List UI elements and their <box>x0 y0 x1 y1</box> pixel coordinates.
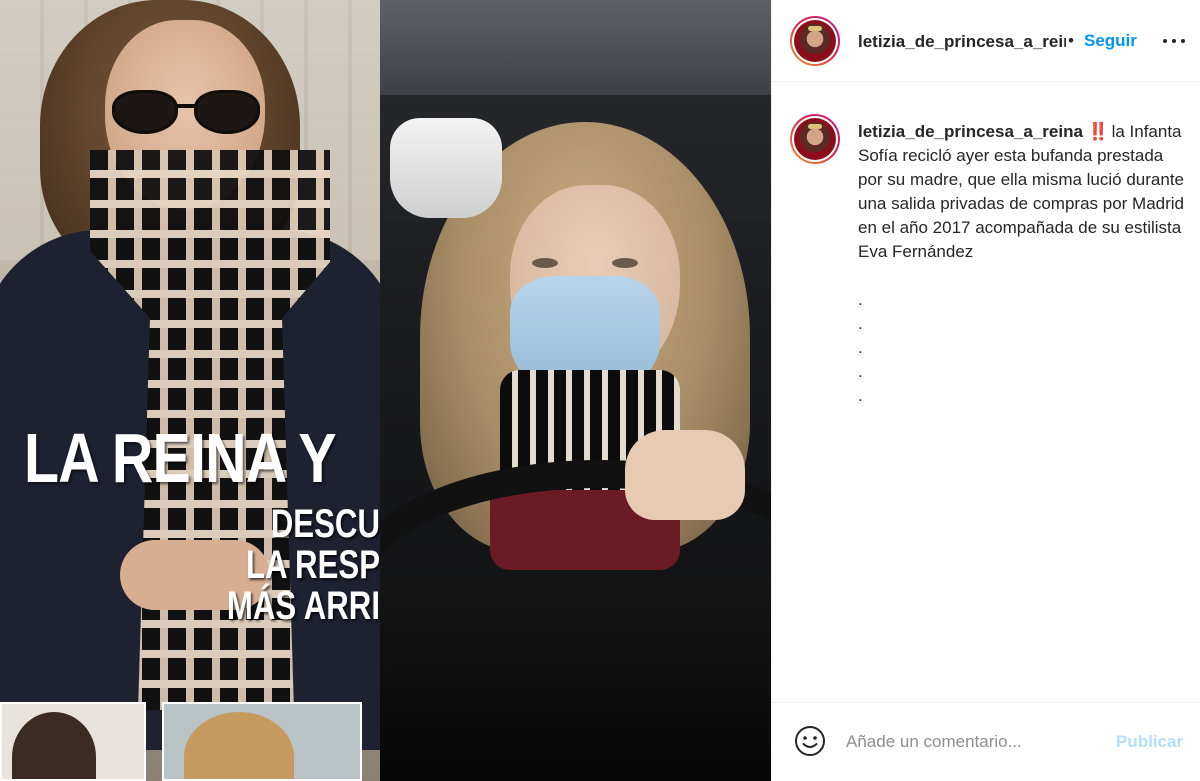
car-photo <box>380 0 771 781</box>
magazine-thumbnail <box>162 702 362 781</box>
comment-input[interactable] <box>846 727 1106 757</box>
magazine-headline: LA REINA Y <box>24 419 337 497</box>
publish-button[interactable]: Publicar <box>1116 732 1183 752</box>
post-sidebar: letizia_de_princesa_a_reina • Seguir let… <box>771 0 1200 781</box>
sunglasses <box>112 90 262 136</box>
caption-dot: . <box>858 290 863 309</box>
caption-body: la Infanta Sofía recicló ayer esta bufan… <box>858 122 1185 261</box>
smiley-icon[interactable] <box>794 725 826 757</box>
magazine-subline: MÁS ARRI <box>226 584 380 628</box>
caption-dot: . <box>858 338 863 357</box>
rearview-mirror <box>390 118 502 218</box>
follow-button[interactable]: Seguir <box>1084 31 1137 51</box>
username-link[interactable]: letizia_de_princesa_a_reina <box>858 32 1066 52</box>
magazine-subline: LA RESP <box>245 543 380 587</box>
caption-dot: . <box>858 386 863 405</box>
avatar[interactable] <box>790 114 840 164</box>
caption-username-link[interactable]: letizia_de_princesa_a_reina <box>858 122 1083 141</box>
post-header: letizia_de_princesa_a_reina • Seguir <box>772 0 1200 82</box>
double-exclamation-icon: ‼️ <box>1087 122 1109 141</box>
separator-dot: • <box>1068 31 1074 50</box>
caption-dots: . . . . . <box>858 288 878 408</box>
magazine-subline: DESCU <box>270 502 380 546</box>
caption-dot: . <box>858 362 863 381</box>
windshield <box>380 0 771 95</box>
post-caption: letizia_de_princesa_a_reina ‼️ la Infant… <box>772 82 1200 702</box>
more-horizontal-icon[interactable] <box>1163 30 1185 52</box>
magazine-thumbnail <box>0 702 146 781</box>
caption-dot: . <box>858 314 863 333</box>
caption-text: letizia_de_princesa_a_reina ‼️ la Infant… <box>858 120 1188 264</box>
eye <box>532 258 558 268</box>
girl-hand <box>625 430 745 520</box>
magazine-photo: LA REINA Y DESCU LA RESP MÁS ARRI <box>0 0 380 781</box>
comment-bar: Publicar <box>772 702 1200 781</box>
avatar[interactable] <box>790 16 840 66</box>
eye <box>612 258 638 268</box>
post-image[interactable]: LA REINA Y DESCU LA RESP MÁS ARRI <box>0 0 771 781</box>
